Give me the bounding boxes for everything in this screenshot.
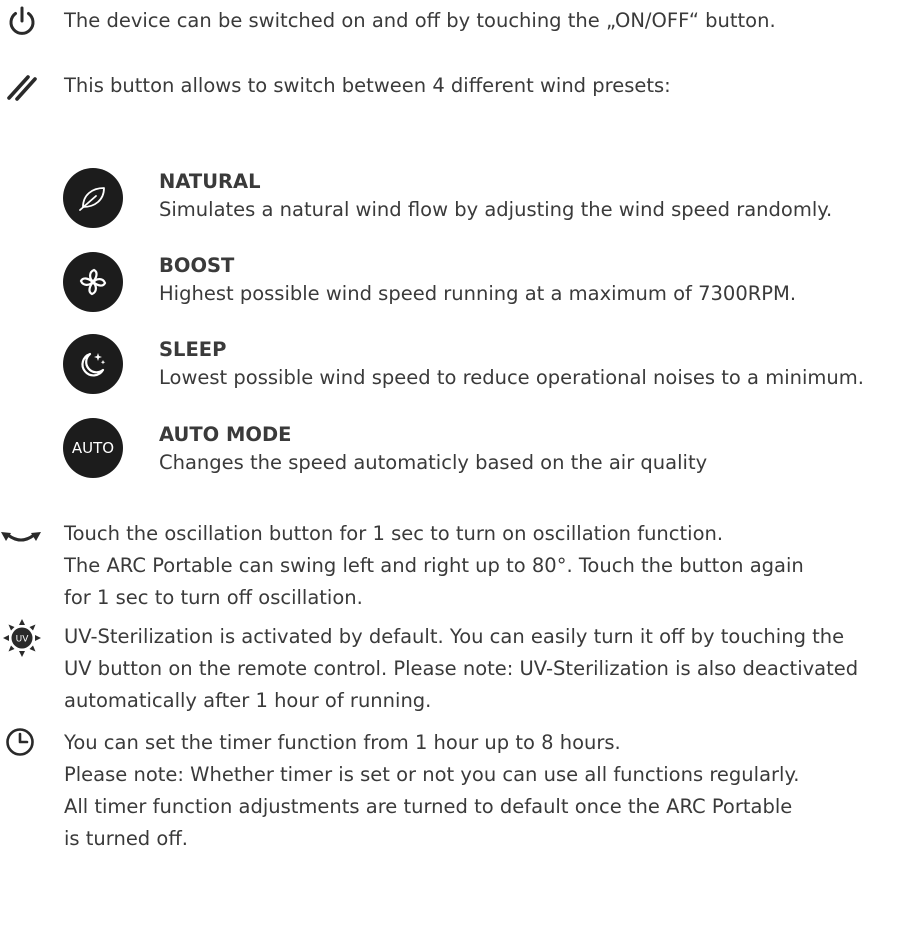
auto-mode-description: Changes the speed automaticly based on t…: [159, 451, 708, 474]
sleep-title: SLEEP: [159, 338, 227, 361]
boost-title: BOOST: [159, 254, 235, 277]
power-description: The device can be switched on and off by…: [64, 9, 776, 32]
uv-line-2: UV button on the remote control. Please …: [64, 657, 859, 680]
power-icon: [9, 6, 35, 35]
auto-icon: AUTO: [63, 418, 123, 478]
uv-line-3: automatically after 1 hour of running.: [64, 689, 432, 712]
oscillation-line-3: for 1 sec to turn off oscillation.: [64, 586, 363, 609]
uv-sun-icon: UV: [3, 619, 41, 657]
boost-preset-badge: [63, 252, 123, 312]
leaf-icon: [79, 187, 105, 211]
wind-description: This button allows to switch between 4 d…: [64, 74, 671, 97]
boost-description: Highest possible wind speed running at a…: [159, 282, 797, 305]
oscillation-arrows-icon: [1, 532, 41, 542]
oscillation-line-2: The ARC Portable can swing left and righ…: [64, 554, 804, 577]
natural-title: NATURAL: [159, 170, 261, 193]
natural-description: Simulates a natural wind flow by adjusti…: [159, 198, 833, 221]
auto-mode-title: AUTO MODE: [159, 423, 292, 446]
natural-preset-badge: [63, 168, 123, 228]
timer-line-4: is turned off.: [64, 827, 188, 850]
oscillation-line-1: Touch the oscillation button for 1 sec t…: [64, 522, 724, 545]
timer-line-2: Please note: Whether timer is set or not…: [64, 763, 800, 786]
timer-line-1: You can set the timer function from 1 ho…: [64, 731, 621, 754]
auto-badge-label: AUTO: [71, 439, 115, 457]
clock-icon: [6, 728, 34, 756]
uv-badge-label: UV: [16, 635, 30, 645]
timer-line-3: All timer function adjustments are turne…: [64, 795, 793, 818]
fan-swirl-icon: [79, 268, 107, 296]
moon-stars-icon: [81, 352, 106, 377]
uv-line-1: UV-Sterilization is activated by default…: [64, 625, 845, 648]
wind-slashes-icon: [7, 75, 37, 101]
sleep-preset-badge: [63, 334, 123, 394]
sleep-description: Lowest possible wind speed to reduce ope…: [159, 366, 864, 389]
